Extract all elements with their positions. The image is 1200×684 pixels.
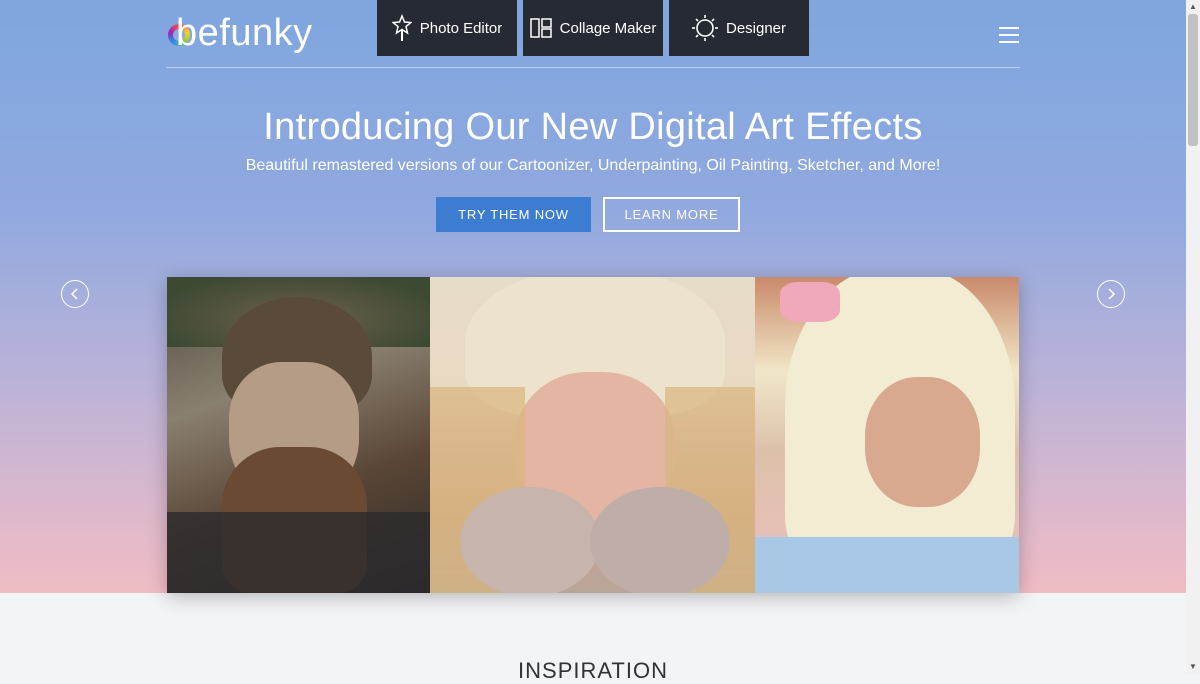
nav-collage-maker-label: Collage Maker	[559, 19, 657, 37]
magic-wand-icon	[391, 14, 412, 41]
effects-gallery	[167, 277, 1019, 593]
hero-headline: Introducing Our New Digital Art Effects	[263, 106, 923, 148]
scroll-up-arrow-icon[interactable]: ▲	[1186, 0, 1200, 14]
scrollbar-thumb[interactable]	[1188, 14, 1198, 146]
nav-designer-label: Designer	[725, 19, 787, 37]
inspiration-section-title: INSPIRATION	[518, 658, 668, 683]
carousel-next-button[interactable]	[1097, 280, 1125, 308]
chevron-right-circle-icon	[1108, 288, 1116, 300]
hero-banner: befunky Photo Editor Collage Maker Desig…	[0, 0, 1186, 593]
header-divider	[166, 67, 1020, 68]
scroll-down-arrow-icon[interactable]: ▼	[1186, 660, 1200, 674]
nav-photo-editor-label: Photo Editor	[419, 19, 503, 37]
nav-designer-button[interactable]: Designer	[669, 0, 809, 56]
befunky-logo[interactable]: befunky	[166, 12, 312, 58]
nav-collage-maker-button[interactable]: Collage Maker	[523, 0, 663, 56]
design-sun-icon	[691, 15, 718, 41]
try-them-now-button[interactable]: TRY THEM NOW	[436, 197, 591, 232]
hamburger-menu-icon[interactable]	[999, 27, 1019, 43]
chevron-left-circle-icon	[70, 288, 78, 300]
girl-pastel-hair-photo	[755, 277, 1019, 593]
bearded-man-cartoon-photo	[167, 277, 430, 593]
hero-subheadline: Beautiful remastered versions of our Car…	[245, 157, 941, 174]
woman-fur-hat-photo	[430, 277, 755, 593]
collage-grid-icon	[529, 18, 552, 38]
learn-more-button[interactable]: LEARN MORE	[603, 197, 740, 232]
logo-text: befunky	[176, 12, 313, 54]
nav-photo-editor-button[interactable]: Photo Editor	[377, 0, 517, 56]
carousel-prev-button[interactable]	[61, 280, 89, 308]
